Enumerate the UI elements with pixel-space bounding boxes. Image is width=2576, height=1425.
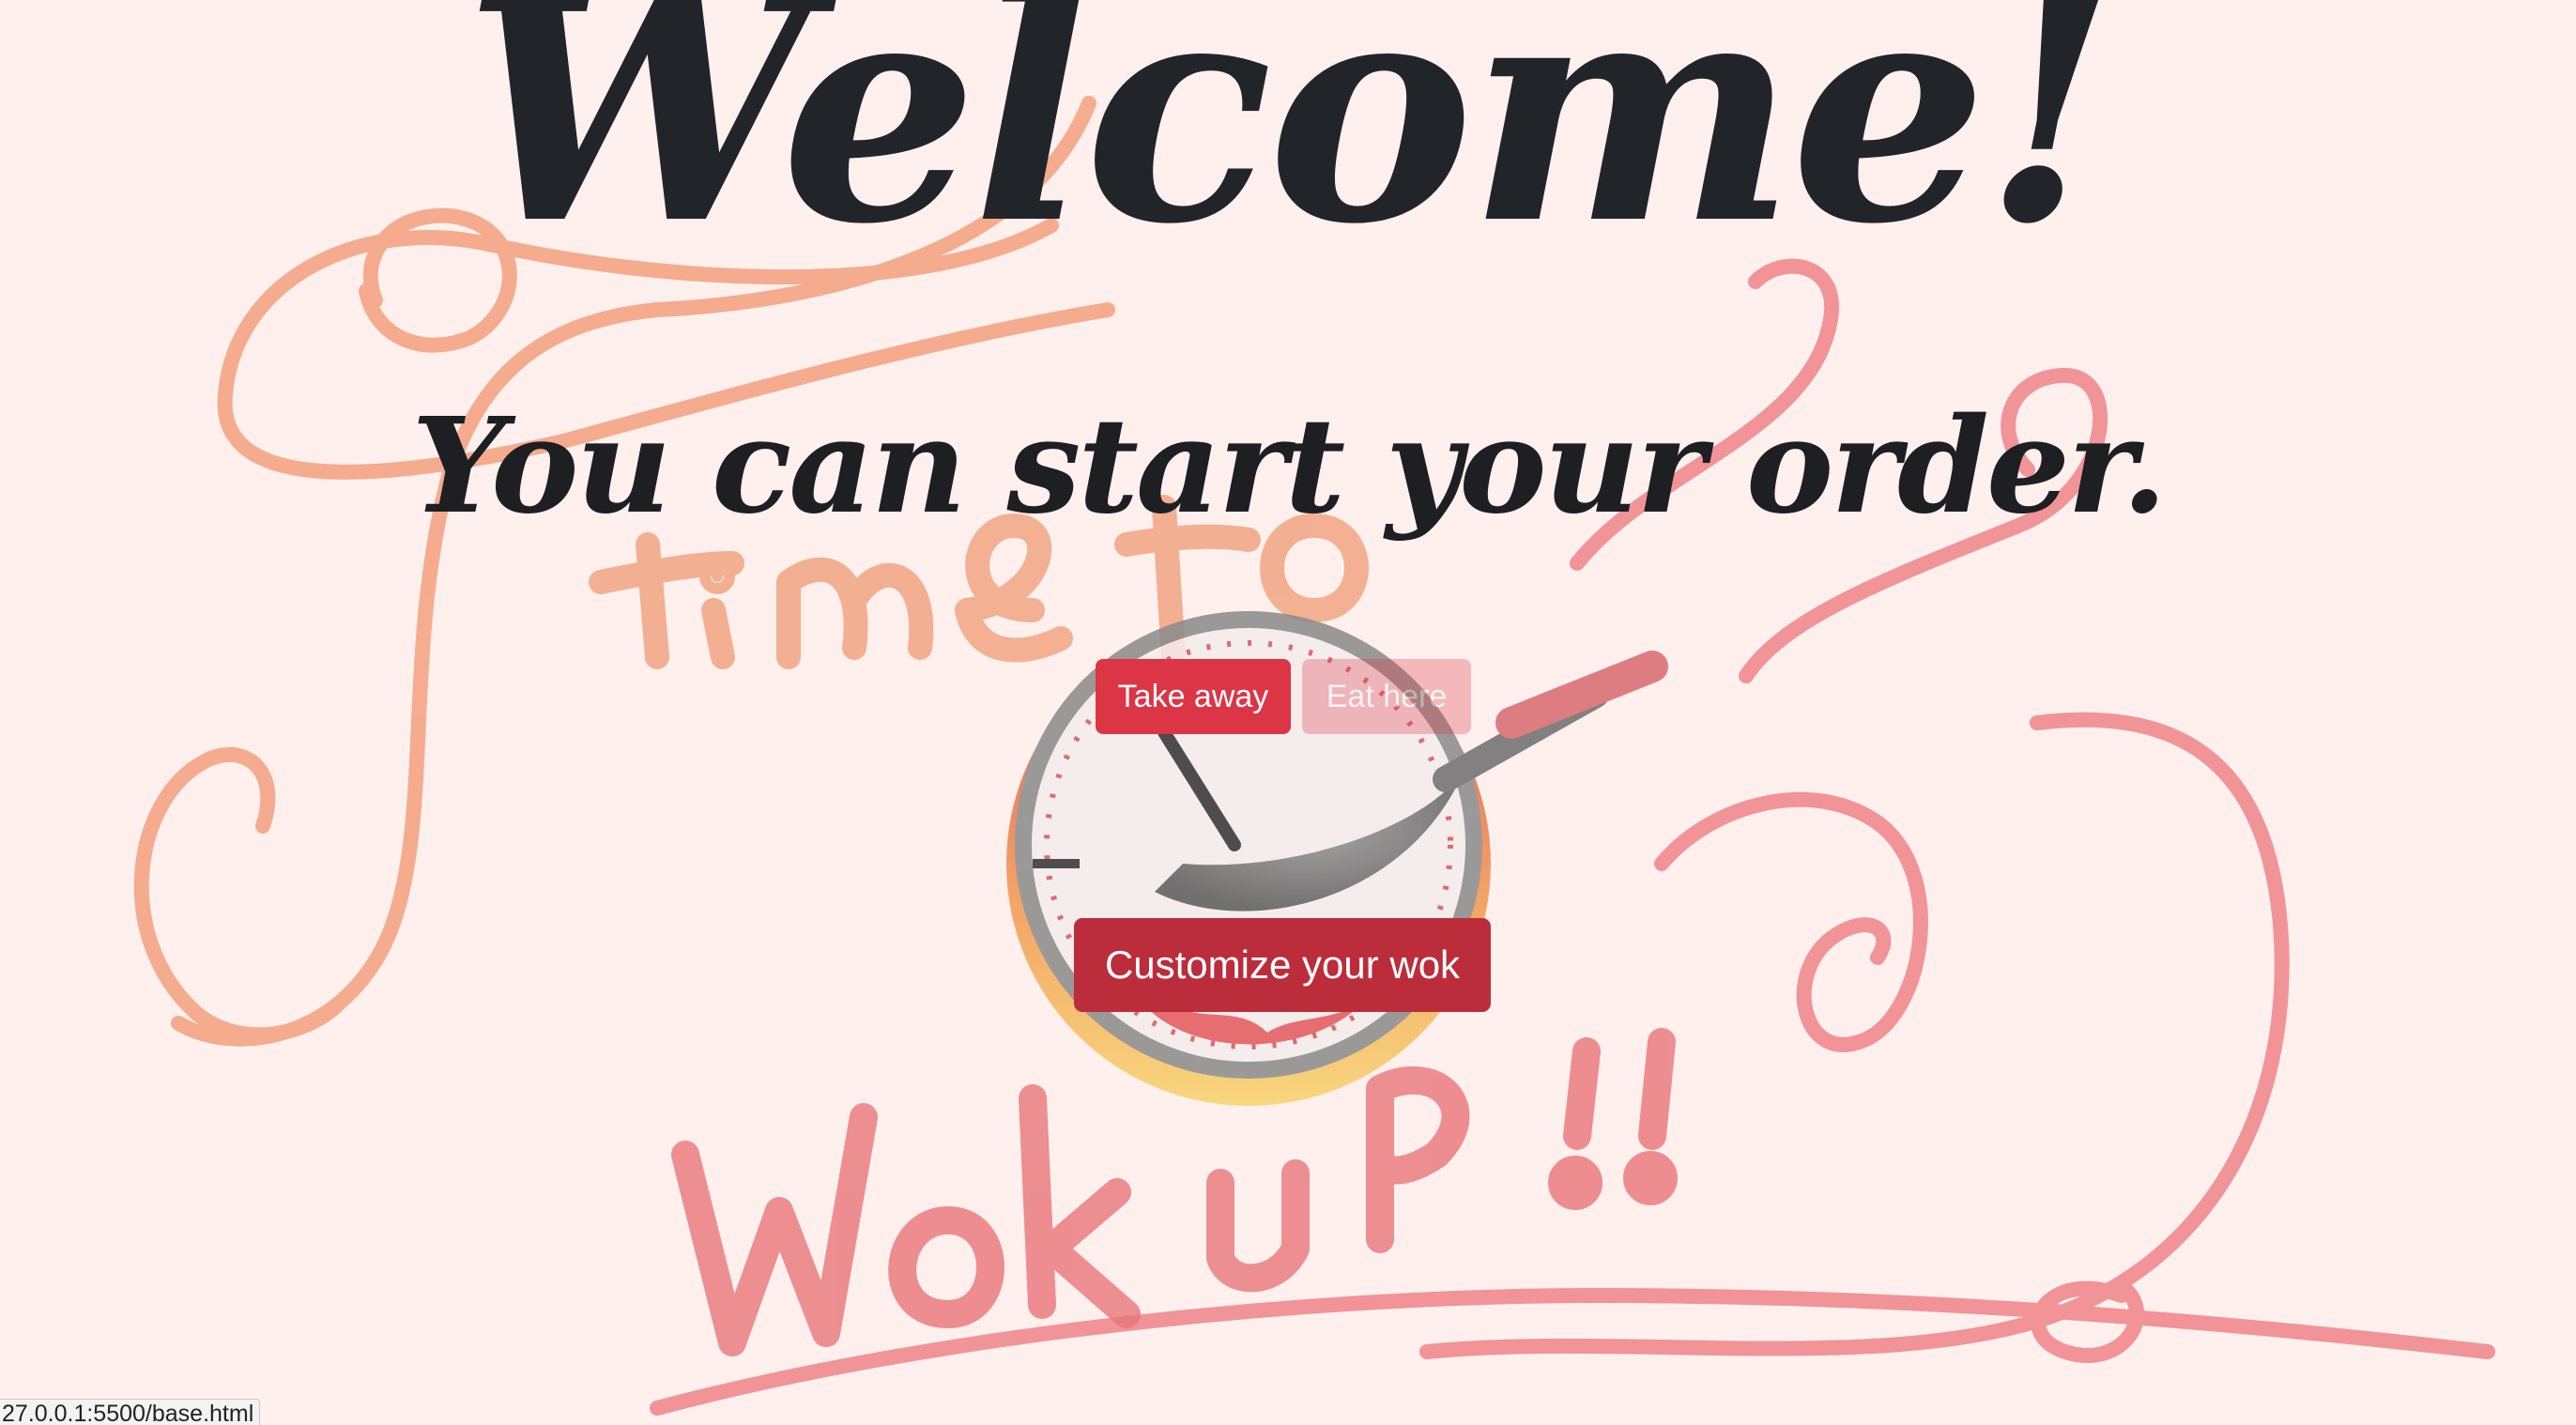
order-prompt-subtitle: You can start your order. bbox=[411, 390, 2167, 544]
browser-status-url: 27.0.0.1:5500/base.html bbox=[0, 1399, 261, 1425]
take-away-button[interactable]: Take away bbox=[1096, 659, 1291, 734]
customize-wok-button[interactable]: Customize your wok bbox=[1074, 918, 1491, 1012]
welcome-heading: Welcome! bbox=[463, 0, 2118, 292]
page: Welcome! You can start your order. Take … bbox=[0, 0, 2576, 1425]
eat-here-button[interactable]: Eat here bbox=[1302, 659, 1471, 734]
